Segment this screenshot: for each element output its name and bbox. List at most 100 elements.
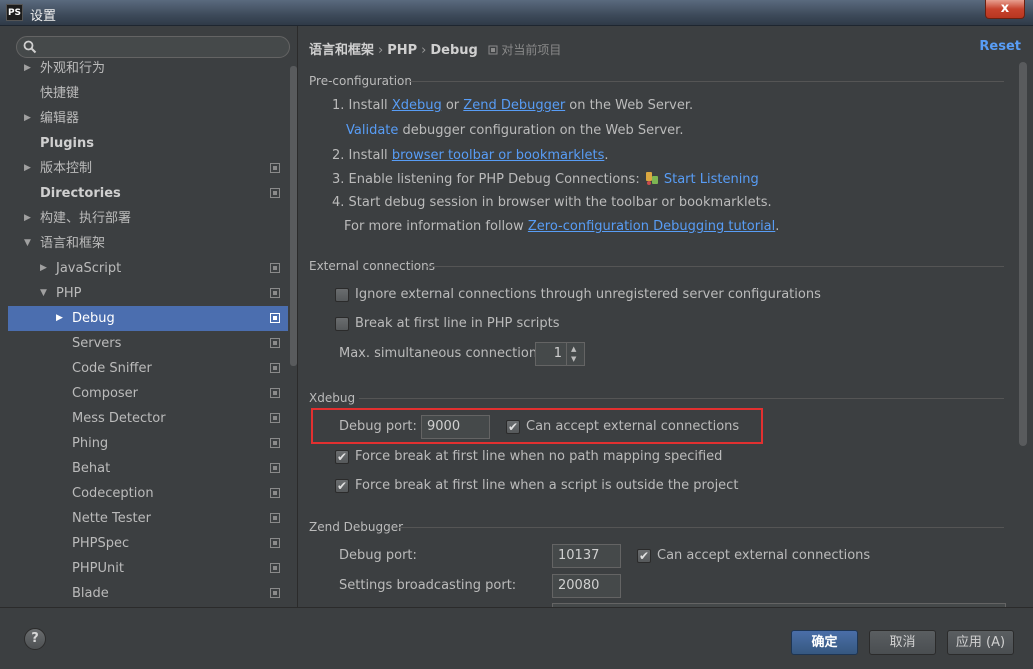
xdebug-port-label: Debug port: xyxy=(339,419,417,434)
tree-item-label: PHP xyxy=(56,286,82,301)
xdebug-accept-external-label: Can accept external connections xyxy=(526,419,740,434)
section-divider xyxy=(359,398,1004,399)
collapsed-arrow-icon[interactable]: ▶ xyxy=(24,156,31,181)
project-scope-icon xyxy=(270,288,280,298)
force-break-outside-project-checkbox[interactable]: ✔ xyxy=(335,479,349,493)
settings-content: 语言和框架 › PHP › Debug 对当前项目 Reset Pre-configur… xyxy=(299,26,1033,607)
breadcrumb-separator: › xyxy=(421,43,427,58)
tree-item[interactable]: Code Sniffer xyxy=(8,356,288,381)
tree-item[interactable]: Phing xyxy=(8,431,288,456)
tree-item[interactable]: PHPUnit xyxy=(8,556,288,581)
collapsed-arrow-icon[interactable]: ▶ xyxy=(24,56,31,81)
tree-item-label: Debug xyxy=(72,311,115,326)
search-icon xyxy=(23,40,37,54)
tree-item[interactable]: Codeception xyxy=(8,481,288,506)
section-title-external-connections: External connections xyxy=(309,259,435,273)
zero-config-tutorial-link[interactable]: Zero-configuration Debugging tutorial xyxy=(528,219,775,234)
expanded-arrow-icon[interactable]: ▼ xyxy=(24,231,31,256)
xdebug-accept-external-checkbox[interactable]: ✔ xyxy=(506,420,520,434)
tree-item-label: Directories xyxy=(40,186,121,201)
spinner-arrows[interactable]: ▲ ▼ xyxy=(566,343,584,365)
broadcast-port-input[interactable]: 20080 xyxy=(552,574,621,598)
tree-item[interactable]: ▶ Debug xyxy=(8,306,288,331)
tree-item[interactable]: ▶ 编辑器 xyxy=(8,106,288,131)
reset-link[interactable]: Reset xyxy=(979,39,1021,54)
window-close-button[interactable]: x xyxy=(985,0,1025,19)
tree-item[interactable]: ▶ JavaScript xyxy=(8,256,288,281)
cancel-button[interactable]: 取消 xyxy=(869,630,936,655)
section-title-preconfiguration: Pre-configuration xyxy=(309,74,413,88)
project-scope-icon xyxy=(270,413,280,423)
start-listening-link[interactable]: Start Listening xyxy=(664,172,759,187)
validate-link[interactable]: Validate xyxy=(346,123,398,138)
zend-accept-external-checkbox[interactable]: ✔ xyxy=(637,549,651,563)
tree-item-label: Plugins xyxy=(40,136,94,151)
content-scrollbar[interactable] xyxy=(1019,62,1027,446)
tree-item[interactable]: ▶ 版本控制 xyxy=(8,156,288,181)
zend-accept-external-label: Can accept external connections xyxy=(657,548,871,563)
tree-item[interactable]: PHPSpec xyxy=(8,531,288,556)
step-1: 1. Install Xdebug or Zend Debugger on th… xyxy=(332,98,693,113)
step-2: 2. Install browser toolbar or bookmarkle… xyxy=(332,148,609,163)
ok-button[interactable]: 确定 xyxy=(791,630,858,655)
tree-item[interactable]: ▶ 外观和行为 xyxy=(8,56,288,81)
tree-item-label: Codeception xyxy=(72,486,154,501)
zend-port-input[interactable]: 10137 xyxy=(552,544,621,568)
spinner-down-icon[interactable]: ▼ xyxy=(571,355,576,363)
break-first-line-label: Break at first line in PHP scripts xyxy=(355,316,560,331)
tree-item[interactable]: Mess Detector xyxy=(8,406,288,431)
help-button[interactable]: ? xyxy=(24,628,46,650)
collapsed-arrow-icon[interactable]: ▶ xyxy=(40,256,47,281)
breadcrumb: 语言和框架 › PHP › Debug 对当前项目 xyxy=(309,39,561,58)
tree-item[interactable]: ▼ 语言和框架 xyxy=(8,231,288,256)
tree-item-label: PHPUnit xyxy=(72,561,124,576)
tree-item[interactable]: 快捷键 xyxy=(8,81,288,106)
project-scope-icon xyxy=(270,438,280,448)
validate-suffix: debugger configuration on the Web Server… xyxy=(398,123,684,138)
more-info-prefix: For more information follow xyxy=(344,219,528,234)
xdebug-port-input[interactable]: 9000 xyxy=(421,415,490,439)
sidebar-scrollbar[interactable] xyxy=(290,66,297,366)
force-break-no-mapping-checkbox[interactable]: ✔ xyxy=(335,450,349,464)
step-2-prefix: 2. Install xyxy=(332,148,392,163)
breadcrumb-part: PHP xyxy=(387,43,418,58)
tree-item[interactable]: Composer xyxy=(8,381,288,406)
settings-sidebar: ▶ 外观和行为 快捷键 ▶ 编辑器 Plugins ▶ 版本控制 Directories ▶ 构建、… xyxy=(8,26,298,607)
tree-item-label: 版本控制 xyxy=(40,161,93,176)
tree-item-label: Servers xyxy=(72,336,122,351)
phone-listen-icon xyxy=(645,172,658,185)
tree-item[interactable]: Blade xyxy=(8,581,288,606)
browser-toolbar-link[interactable]: browser toolbar or bookmarklets xyxy=(392,148,605,163)
settings-search-input[interactable] xyxy=(16,36,290,58)
project-scope-icon xyxy=(270,263,280,273)
collapsed-arrow-icon[interactable]: ▶ xyxy=(24,106,31,131)
apply-button[interactable]: 应用 (A) xyxy=(947,630,1014,655)
xdebug-link[interactable]: Xdebug xyxy=(392,98,442,113)
spinner-up-icon[interactable]: ▲ xyxy=(571,345,576,353)
ignore-external-checkbox[interactable] xyxy=(335,288,349,302)
tree-item[interactable]: Servers xyxy=(8,331,288,356)
tree-item[interactable]: Directories xyxy=(8,181,288,206)
tree-item-label: Mess Detector xyxy=(72,411,166,426)
tree-item-label: PHPSpec xyxy=(72,536,130,551)
project-scope-icon xyxy=(270,538,280,548)
checkmark-icon: ✔ xyxy=(508,420,519,434)
break-first-line-checkbox[interactable] xyxy=(335,317,349,331)
zend-debugger-link[interactable]: Zend Debugger xyxy=(463,98,565,113)
max-connections-spinner[interactable]: 1 ▲ ▼ xyxy=(535,342,585,366)
window-title: 设置 xyxy=(30,9,57,24)
collapsed-arrow-icon[interactable]: ▶ xyxy=(24,206,31,231)
checkmark-icon: ✔ xyxy=(337,450,348,464)
tree-item[interactable]: Plugins xyxy=(8,131,288,156)
project-scope-icon xyxy=(270,488,280,498)
tree-item[interactable]: Behat xyxy=(8,456,288,481)
collapsed-arrow-icon[interactable]: ▶ xyxy=(56,306,63,331)
tree-item[interactable]: ▼ PHP xyxy=(8,281,288,306)
project-scope-icon xyxy=(488,45,498,55)
more-info: For more information follow Zero-configu… xyxy=(344,219,779,234)
project-scope-icon xyxy=(270,338,280,348)
expanded-arrow-icon[interactable]: ▼ xyxy=(40,281,47,306)
tree-item-label: 语言和框架 xyxy=(40,236,106,251)
tree-item[interactable]: ▶ 构建、执行部署 xyxy=(8,206,288,231)
tree-item[interactable]: Nette Tester xyxy=(8,506,288,531)
